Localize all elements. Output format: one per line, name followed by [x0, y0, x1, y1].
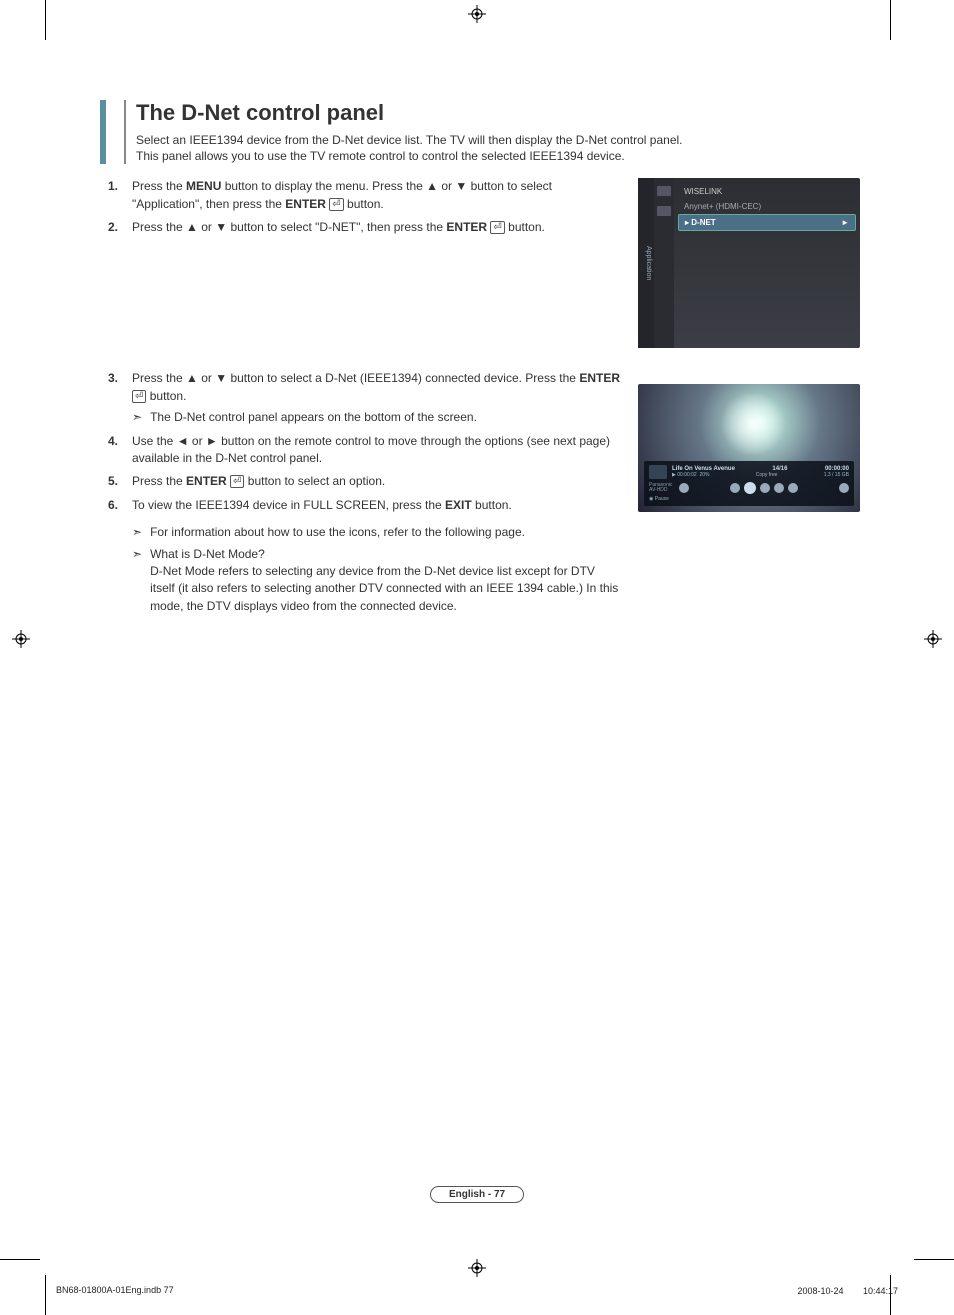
exit-button-label: EXIT	[445, 498, 472, 512]
note-item: ➣ What is D-Net Mode? D-Net Mode refers …	[132, 546, 620, 616]
next-icon	[839, 483, 849, 493]
registration-mark-icon	[468, 5, 486, 23]
step-text: Press the ▲ or ▼ button to select a D-Ne…	[132, 371, 579, 385]
step-text: button.	[472, 498, 512, 512]
note-arrow-icon: ➣	[132, 524, 142, 541]
step-text: button.	[344, 197, 384, 211]
page-title: The D-Net control panel	[136, 100, 860, 126]
crop-mark	[45, 0, 46, 40]
enter-icon: ⏎	[329, 198, 343, 211]
playback-state-label: Pause	[655, 496, 669, 502]
print-timestamp: 2008-10-24  10:44:17	[798, 1285, 898, 1297]
stop-icon	[730, 483, 740, 493]
playback-screenshot: Life On Venus Avenue 14/16 00:00:00 ▶ 00…	[638, 384, 860, 512]
note-text: For information about how to use the ico…	[150, 524, 525, 541]
step-text: Press the	[132, 474, 186, 488]
play-icon	[760, 483, 770, 493]
enter-icon: ⏎	[132, 390, 146, 403]
enter-icon: ⏎	[230, 475, 244, 488]
step-text: button to select an option.	[244, 474, 385, 488]
registration-mark-icon	[924, 630, 942, 648]
menu-item-selected: ▸ D-NET ►	[678, 214, 856, 231]
step-item: Press the ▲ or ▼ button to select a D-Ne…	[100, 370, 620, 426]
page-footer: English - 77	[0, 1184, 954, 1203]
crop-mark	[0, 1259, 40, 1260]
note-arrow-icon: ➣	[132, 409, 142, 426]
menu-item: WISELINK	[678, 184, 856, 199]
menu-button-label: MENU	[186, 179, 221, 193]
page-number-badge: English - 77	[430, 1186, 524, 1203]
prev-icon	[679, 483, 689, 493]
progress-percent: 20%	[699, 472, 709, 478]
step-text: button.	[505, 220, 545, 234]
intro-text: Select an IEEE1394 device from the D-Net…	[136, 132, 860, 164]
step-item: Press the MENU button to display the men…	[100, 178, 620, 213]
intro-line: This panel allows you to use the TV remo…	[136, 149, 625, 163]
enter-button-label: ENTER	[285, 197, 326, 211]
crop-mark	[890, 0, 891, 40]
step-text: To view the IEEE1394 device in FULL SCRE…	[132, 498, 445, 512]
menu-screenshot: Application WISELINK Anynet+ (HDMI-CEC) …	[638, 178, 860, 348]
rewind-icon	[774, 483, 784, 493]
step-item: To view the IEEE1394 device in FULL SCRE…	[100, 497, 620, 514]
device-label: Panasonic AV-HDD	[649, 483, 675, 494]
enter-button-label: ENTER	[186, 474, 227, 488]
note-arrow-icon: ➣	[132, 546, 142, 616]
step-item: Use the ◄ or ► button on the remote cont…	[100, 433, 620, 468]
enter-button-label: ENTER	[579, 371, 620, 385]
step-text: button.	[146, 389, 186, 403]
steps-list: Press the ▲ or ▼ button to select a D-Ne…	[100, 370, 620, 514]
step-text: Press the	[132, 179, 186, 193]
forward-icon	[788, 483, 798, 493]
video-thumbnail	[649, 465, 667, 479]
steps-list: Press the MENU button to display the men…	[100, 178, 620, 236]
menu-item-label: D-NET	[691, 218, 715, 227]
menu-item: Anynet+ (HDMI-CEC)	[678, 199, 856, 214]
chevron-right-icon: ►	[841, 218, 849, 227]
registration-mark-icon	[468, 1259, 486, 1277]
title-block: The D-Net control panel Select an IEEE13…	[100, 100, 860, 164]
intro-line: Select an IEEE1394 device from the D-Net…	[136, 133, 683, 147]
step-item: Press the ▲ or ▼ button to select "D-NET…	[100, 219, 620, 236]
menu-category-icon	[657, 186, 671, 196]
enter-icon: ⏎	[490, 221, 504, 234]
note-question: What is D-Net Mode?	[150, 547, 265, 561]
note-item: ➣ For information about how to use the i…	[132, 524, 620, 541]
note-text: What is D-Net Mode? D-Net Mode refers to…	[150, 546, 620, 616]
menu-item-label: Anynet+ (HDMI-CEC)	[684, 202, 761, 211]
file-size: 1.3 / 15 GB	[824, 472, 849, 478]
note-answer: D-Net Mode refers to selecting any devic…	[150, 564, 618, 613]
step-subnote: ➣ The D-Net control panel appears on the…	[132, 409, 620, 426]
print-footer: BN68-01800A-01Eng.indb 77 2008-10-24  …	[56, 1285, 898, 1297]
step-item: Press the ENTER ⏎ button to select an op…	[100, 473, 620, 490]
menu-category-label: Application	[638, 178, 654, 348]
menu-category-icon	[657, 206, 671, 216]
dnet-control-panel: Life On Venus Avenue 14/16 00:00:00 ▶ 00…	[644, 461, 854, 506]
copy-status: Copy free	[756, 472, 778, 478]
crop-mark	[45, 1275, 46, 1315]
registration-mark-icon	[12, 630, 30, 648]
pause-icon	[744, 482, 756, 494]
footnotes: ➣ For information about how to use the i…	[100, 524, 620, 615]
step-text: Press the ▲ or ▼ button to select "D-NET…	[132, 220, 446, 234]
note-text: The D-Net control panel appears on the b…	[150, 409, 477, 426]
menu-items-list: WISELINK Anynet+ (HDMI-CEC) ▸ D-NET ►	[674, 178, 860, 348]
elapsed-time: 00:00:02	[677, 472, 696, 478]
menu-icon-column	[654, 178, 674, 348]
enter-button-label: ENTER	[446, 220, 487, 234]
lens-flare-graphic	[718, 394, 788, 454]
crop-mark	[914, 1259, 954, 1260]
print-file-info: BN68-01800A-01Eng.indb 77	[56, 1285, 174, 1297]
